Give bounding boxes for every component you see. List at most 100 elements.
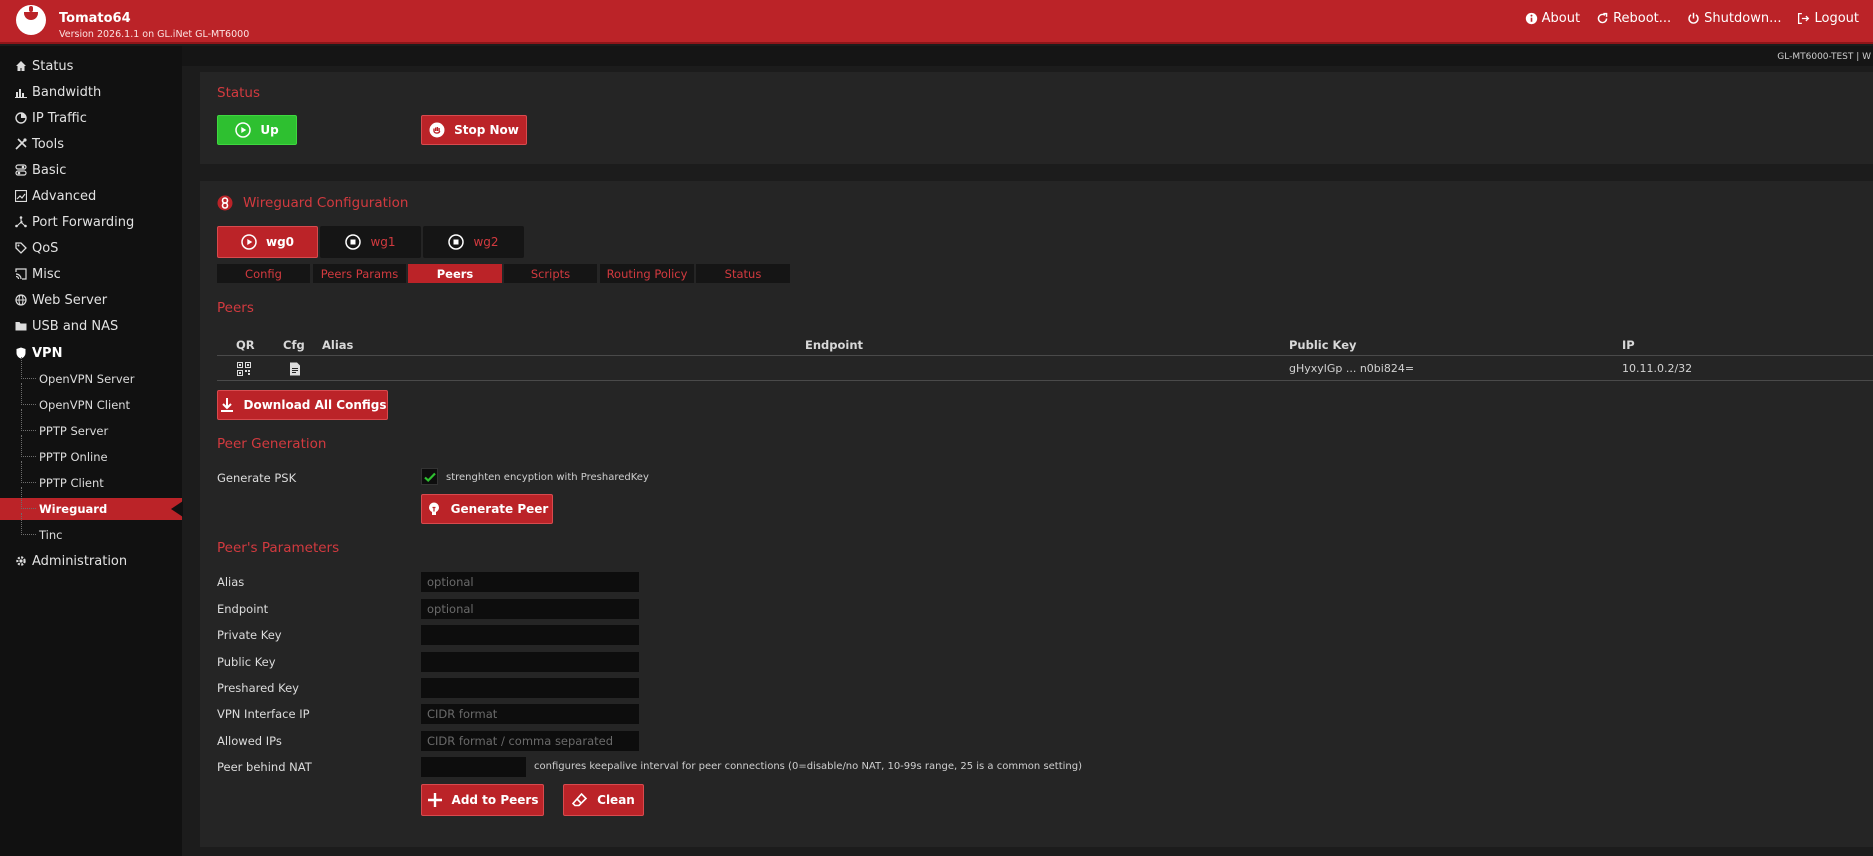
- endpoint-input[interactable]: [421, 599, 639, 619]
- sidebar-item-label: Misc: [32, 267, 61, 282]
- sidebar-item-label: QoS: [32, 241, 59, 256]
- peer-parameters-title: Peer's Parameters: [217, 540, 340, 556]
- chart-icon: [15, 190, 27, 202]
- public-key-input[interactable]: [421, 652, 639, 672]
- sidebar-item-label: Bandwidth: [32, 85, 102, 100]
- interface-wg2-button[interactable]: wg2: [423, 226, 524, 258]
- host-strip: GL-MT6000-TEST | W: [182, 46, 1873, 66]
- generate-psk-label: Generate PSK: [217, 471, 297, 485]
- endpoint-label: Endpoint: [217, 602, 269, 616]
- logout-icon: [1798, 12, 1810, 25]
- sidebar-item-misc[interactable]: Misc: [0, 263, 182, 285]
- logout-link[interactable]: Logout: [1797, 11, 1859, 26]
- peer-public-key: gHyxylGp ... n0bi824=: [1289, 362, 1415, 375]
- interface-label: wg0: [265, 235, 295, 249]
- generate-psk-checkbox[interactable]: [421, 468, 438, 485]
- generate-peer-button[interactable]: Generate Peer: [421, 494, 553, 524]
- stop-now-label: Stop Now: [454, 123, 519, 137]
- cast-icon: [15, 268, 27, 280]
- folder-icon: [15, 322, 27, 331]
- sidebar-item-port-forwarding[interactable]: Port Forwarding: [0, 211, 182, 233]
- reboot-link[interactable]: Reboot...: [1596, 11, 1671, 26]
- sidebar-item-tools[interactable]: Tools: [0, 133, 182, 155]
- column-header-cfg: Cfg: [283, 338, 305, 352]
- sidebar-item-tinc[interactable]: Tinc: [0, 513, 182, 546]
- peers-section-title: Peers: [217, 300, 254, 316]
- tools-icon: [15, 138, 27, 150]
- stop-now-button[interactable]: Stop Now: [421, 115, 527, 145]
- private-key-label: Private Key: [217, 628, 282, 642]
- interface-wg0-button[interactable]: wg0: [217, 226, 318, 258]
- tab-scripts[interactable]: Scripts: [504, 264, 597, 283]
- wireguard-logo-icon: [217, 195, 233, 211]
- sidebar-item-label: OpenVPN Client: [39, 398, 131, 412]
- reboot-label: Reboot...: [1613, 11, 1672, 26]
- sidebar-item-advanced[interactable]: Advanced: [0, 185, 182, 207]
- clean-button[interactable]: Clean: [563, 784, 644, 816]
- generate-peer-label: Generate Peer: [450, 502, 549, 516]
- eraser-icon: [572, 792, 588, 807]
- peer-behind-nat-input[interactable]: [421, 757, 526, 777]
- tag-icon: [15, 242, 27, 254]
- sidebar-item-basic[interactable]: Basic: [0, 159, 182, 181]
- tab-peers[interactable]: Peers: [408, 264, 502, 283]
- column-header-endpoint: Endpoint: [805, 338, 864, 352]
- brand-title: Tomato64: [59, 11, 131, 26]
- preshared-key-input[interactable]: [421, 678, 639, 698]
- column-header-qr: QR: [236, 338, 255, 352]
- tab-status[interactable]: Status: [696, 264, 790, 283]
- sidebar-item-label: PPTP Server: [39, 424, 109, 438]
- sidebar-item-qos[interactable]: QoS: [0, 237, 182, 259]
- sidebar-item-label: Wireguard: [39, 502, 108, 516]
- gear-icon: [16, 556, 26, 566]
- status-section-title: Status: [217, 85, 261, 101]
- reboot-icon: [1597, 12, 1608, 24]
- interface-label: wg1: [370, 235, 396, 249]
- sidebar-item-label: Basic: [32, 163, 67, 178]
- stop-circle-icon: [345, 234, 362, 250]
- sidebar-item-label: IP Traffic: [32, 111, 87, 126]
- tomato-logo-icon[interactable]: [16, 5, 46, 35]
- qr-code-icon[interactable]: [237, 362, 251, 376]
- sidebar-item-label: Administration: [32, 554, 128, 569]
- tab-routing-policy[interactable]: Routing Policy: [600, 264, 694, 283]
- table-header-divider: [217, 355, 1873, 356]
- up-button[interactable]: Up: [217, 115, 297, 145]
- about-link[interactable]: About: [1525, 11, 1580, 26]
- public-key-label: Public Key: [217, 655, 276, 669]
- top-header: Tomato64 Version 2026.1.1 on GL.iNet GL-…: [0, 0, 1873, 44]
- sidebar-item-administration[interactable]: Administration: [0, 550, 182, 572]
- logout-label: Logout: [1814, 11, 1859, 26]
- sidebar-item-usb-nas[interactable]: USB and NAS: [0, 315, 182, 337]
- sidebar-item-status[interactable]: Status: [0, 55, 182, 77]
- vpn-interface-ip-input[interactable]: [421, 704, 639, 724]
- shutdown-link[interactable]: Shutdown...: [1687, 11, 1781, 26]
- config-file-icon[interactable]: [289, 362, 301, 376]
- sidebar-item-bandwidth[interactable]: Bandwidth: [0, 81, 182, 103]
- private-key-input[interactable]: [421, 625, 639, 645]
- pie-icon: [15, 112, 27, 124]
- download-all-configs-button[interactable]: Download All Configs: [217, 390, 388, 420]
- interface-wg1-button[interactable]: wg1: [320, 226, 421, 258]
- allowed-ips-input[interactable]: [421, 731, 639, 751]
- add-to-peers-button[interactable]: Add to Peers: [421, 784, 544, 816]
- peer-generation-title: Peer Generation: [217, 436, 327, 452]
- column-header-alias: Alias: [322, 338, 354, 352]
- peer-ip: 10.11.0.2/32: [1622, 362, 1693, 375]
- interface-label: wg2: [473, 235, 499, 249]
- stop-circle-icon: [448, 234, 465, 250]
- bar-chart-icon: [15, 89, 27, 98]
- tab-config[interactable]: Config: [217, 264, 310, 283]
- peer-behind-nat-label: Peer behind NAT: [217, 760, 312, 774]
- alias-input[interactable]: [421, 572, 639, 592]
- sidebar-item-ip-traffic[interactable]: IP Traffic: [0, 107, 182, 129]
- sidebar-item-label: OpenVPN Server: [39, 372, 135, 386]
- sidebar: Status Bandwidth IP Traffic Tools Basic …: [0, 46, 183, 856]
- hostname-text: GL-MT6000-TEST | W: [1777, 52, 1871, 62]
- stop-hand-icon: [429, 122, 445, 138]
- tab-peers-params[interactable]: Peers Params: [313, 264, 406, 283]
- top-nav: About Reboot... Shutdown... Logout: [1525, 11, 1859, 26]
- sidebar-item-label: Tools: [32, 137, 65, 152]
- column-header-ip: IP: [1622, 338, 1635, 352]
- sidebar-item-web-server[interactable]: Web Server: [0, 289, 182, 311]
